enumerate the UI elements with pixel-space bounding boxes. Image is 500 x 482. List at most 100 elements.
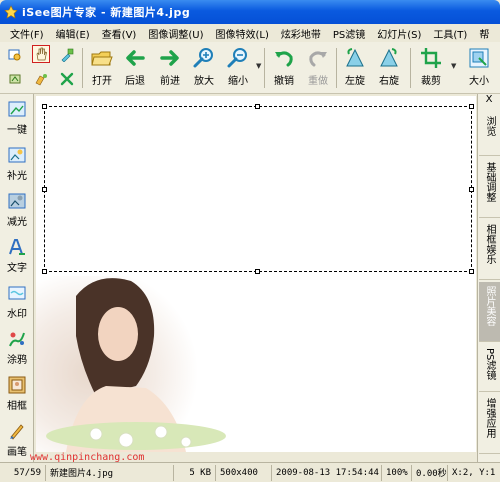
zoom-out-button[interactable]: 缩小 [220,46,256,92]
delete-icon[interactable] [58,70,76,88]
brighten-label: 补光 [7,171,27,182]
one-click-icon [6,98,28,120]
tab-basic-adjust[interactable]: 基础调整 [479,158,500,218]
redo-label: 重做 [308,76,328,87]
status-time: 0.00秒 [412,464,448,481]
tab-ps-filter[interactable]: PS滤镜 [479,344,500,392]
zoom-in-button[interactable]: 放大 [186,46,222,92]
menu-image-effects[interactable]: 图像特效(L) [209,26,274,41]
open-button[interactable]: 打开 [84,46,120,92]
darken-label: 减光 [7,217,27,228]
rotate-left-icon [346,48,364,67]
tab-label: 增强应用 [484,398,495,438]
menu-color-zone[interactable]: 炫彩地带 [275,26,327,41]
selection-handle[interactable] [469,104,474,109]
menu-help[interactable]: 帮 [473,26,495,41]
tab-photo-beauty[interactable]: 照片美容 [479,282,500,342]
status-filename: 新建图片4.jpg [46,464,174,481]
menu-view[interactable]: 查看(V) [96,26,143,41]
status-datetime: 2009-08-13 17:54:44 [272,464,382,481]
tab-enhance[interactable]: 增强应用 [479,394,500,454]
menu-edit[interactable]: 编辑(E) [50,26,96,41]
text-label: 文字 [7,263,27,274]
close-panel-icon[interactable]: X [480,94,498,108]
tab-label: PS滤镜 [484,348,495,381]
brush-icon [6,420,28,442]
status-filesize: 5 KB [174,464,216,481]
rotate-left-button[interactable]: 左旋 [337,46,373,92]
crop-button[interactable]: 裁剪 [413,46,449,92]
resize-button[interactable]: 大小 [461,46,497,92]
menu-ps-filter[interactable]: PS滤镜 [327,26,371,41]
status-bar: 57/59 新建图片4.jpg 5 KB 500x400 2009-08-13 … [0,462,500,482]
frame-button[interactable]: 相框 [0,374,34,416]
tab-label: 浏览 [484,116,495,136]
app-icon[interactable] [4,5,18,19]
menu-image-adjust[interactable]: 图像调整(U) [142,26,209,41]
left-toolbar: 一键 补光 减光 文字 水印 涂鸦 相框 画笔 [0,94,34,462]
status-zoom: 100% [382,464,412,481]
tab-label: 相框娱乐 [484,224,495,264]
watermark-icon [6,282,28,304]
brush-button[interactable]: 画笔 [0,420,34,462]
selection-handle[interactable] [255,104,260,109]
text-button[interactable]: 文字 [0,236,34,278]
paint-tool-icon[interactable] [32,70,50,88]
resize-icon [469,48,489,68]
zoom-dropdown-icon[interactable]: ▼ [256,62,261,70]
select-tool-icon[interactable] [6,46,24,64]
back-button[interactable]: 后退 [117,46,153,92]
tab-frame-fun[interactable]: 相框娱乐 [479,220,500,280]
toolbar-separator [82,48,83,88]
window-title: iSee图片专家 - 新建图片4.jpg [22,6,191,19]
tab-browse[interactable]: 浏览 [479,112,500,156]
rotate-right-icon [380,48,398,67]
undo-button[interactable]: 撤销 [266,46,302,92]
menu-file[interactable]: 文件(F) [4,26,50,41]
zoom-in-label: 放大 [194,76,214,87]
brighten-button[interactable]: 补光 [0,144,34,186]
crop-icon [421,48,441,68]
undo-label: 撤销 [274,76,294,87]
watermark-button[interactable]: 水印 [0,282,34,324]
selection-handle[interactable] [42,269,47,274]
arrow-left-icon [126,50,145,66]
forward-label: 前进 [160,76,180,87]
image-canvas[interactable] [36,96,476,452]
brush-label: 画笔 [7,447,27,458]
rotate-right-label: 右旋 [379,76,399,87]
arrow-right-icon [160,50,179,66]
back-label: 后退 [125,76,145,87]
darken-button[interactable]: 减光 [0,190,34,232]
rotate-right-button[interactable]: 右旋 [371,46,407,92]
open-label: 打开 [92,76,112,87]
frame-icon [6,374,28,396]
rotate-left-label: 左旋 [345,76,365,87]
crop-dropdown-icon[interactable]: ▼ [451,62,456,70]
status-dimensions: 500x400 [216,464,272,481]
color-picker-icon[interactable] [58,46,76,64]
zoom-out-icon [227,48,247,68]
toolbar-separator [410,48,411,88]
main-toolbar: 打开 后退 前进 放大 缩小 ▼ 撤销 重做 左旋 右旋 裁剪 ▼ 大小 [0,42,500,94]
stamp-tool-icon[interactable] [6,70,24,88]
text-icon [6,236,28,258]
menu-tools[interactable]: 工具(T) [427,26,473,41]
graffiti-icon [6,328,28,350]
selection-handle[interactable] [469,269,474,274]
selection-handle[interactable] [469,187,474,192]
one-click-button[interactable]: 一键 [0,98,34,140]
selection-handle[interactable] [255,269,260,274]
brighten-icon [6,144,28,166]
hand-tool-icon[interactable] [32,45,50,63]
selection-handle[interactable] [42,104,47,109]
forward-button[interactable]: 前进 [152,46,188,92]
graffiti-button[interactable]: 涂鸦 [0,328,34,370]
status-index: 57/59 [0,464,46,481]
selection-handle[interactable] [42,187,47,192]
redo-button[interactable]: 重做 [300,46,336,92]
watermark-label: 水印 [7,309,27,320]
selection-rectangle[interactable] [42,104,474,274]
menu-slideshow[interactable]: 幻灯片(S) [371,26,427,41]
zoom-in-icon [193,48,213,68]
